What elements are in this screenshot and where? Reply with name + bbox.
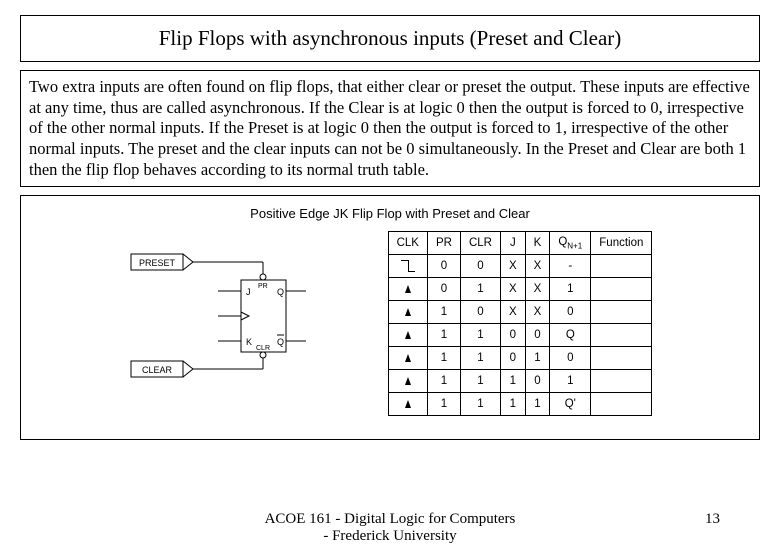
table-header: PR — [427, 232, 460, 255]
q-label: Q — [277, 287, 284, 297]
body-text: Two extra inputs are often found on flip… — [20, 70, 760, 187]
circuit-diagram: PRESET CLEAR J K PR CLR Q Q — [128, 231, 328, 401]
table-header: QN+1 — [550, 232, 591, 255]
table-row: 11101 — [388, 370, 652, 393]
clear-label: CLEAR — [142, 365, 173, 375]
table-header: CLK — [388, 232, 427, 255]
slide-title: Flip Flops with asynchronous inputs (Pre… — [20, 15, 760, 62]
table-row: 01XX1 — [388, 278, 652, 301]
table-header: K — [525, 232, 550, 255]
table-header: CLR — [460, 232, 500, 255]
truth-table: CLKPRCLRJKQN+1Function 00XX-01XX110XX011… — [388, 231, 653, 416]
qbar-label: Q — [277, 337, 284, 347]
table-header: J — [500, 232, 525, 255]
table-row: 1100Q — [388, 324, 652, 347]
page-number: 13 — [705, 511, 720, 528]
k-label: K — [246, 337, 252, 347]
table-row: 00XX- — [388, 255, 652, 278]
j-label: J — [246, 287, 251, 297]
figure-title: Positive Edge JK Flip Flop with Preset a… — [29, 206, 751, 221]
table-row: 11010 — [388, 347, 652, 370]
figure-box: Positive Edge JK Flip Flop with Preset a… — [20, 195, 760, 440]
clr-label: CLR — [256, 345, 270, 352]
table-header: Function — [591, 232, 652, 255]
table-row: 10XX0 — [388, 301, 652, 324]
pr-label: PR — [258, 283, 268, 290]
footer-line1: ACOE 161 - Digital Logic for Computers — [265, 511, 516, 527]
table-row: 1111Q' — [388, 393, 652, 416]
footer-line2: - Frederick University — [323, 528, 456, 544]
preset-label: PRESET — [139, 258, 176, 268]
